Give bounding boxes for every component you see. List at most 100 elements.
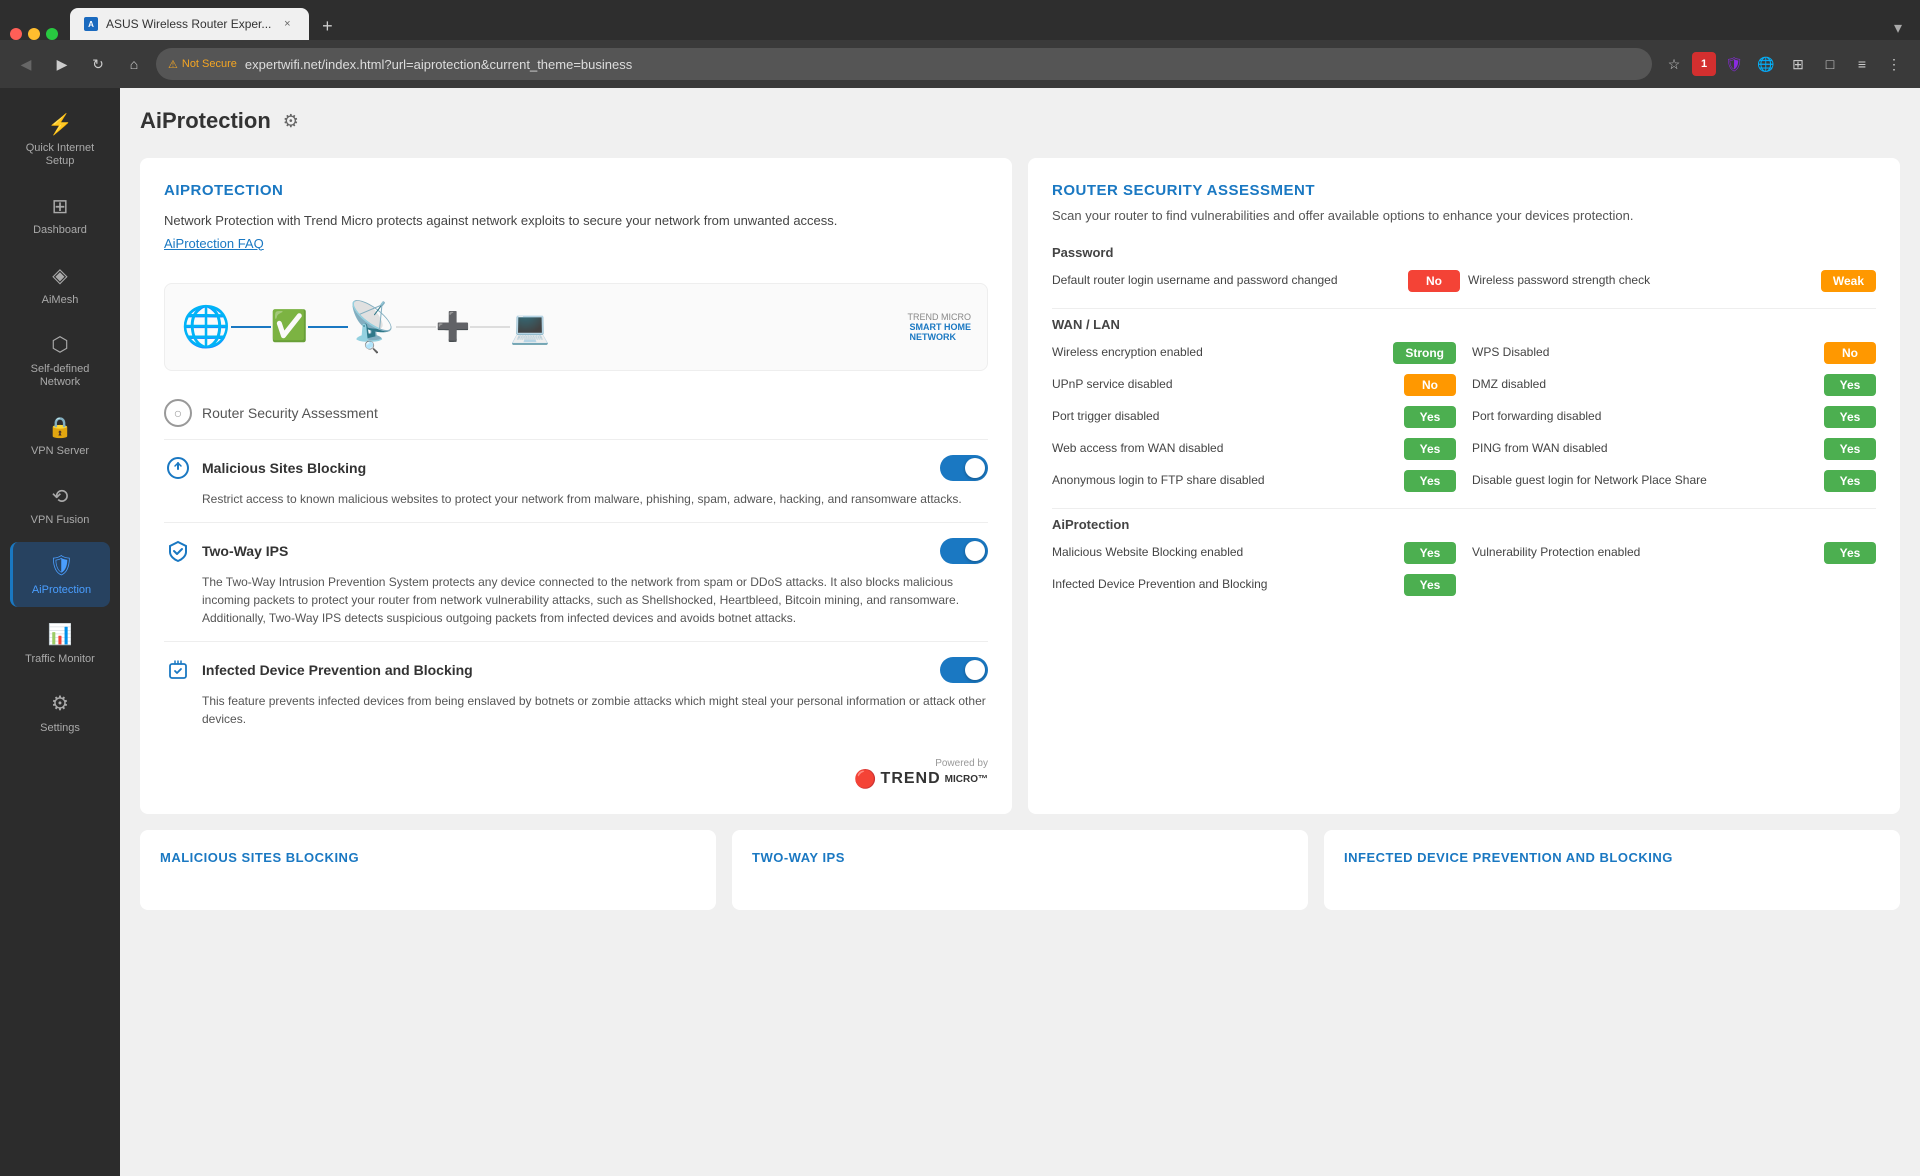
- infected-device-title-area: Infected Device Prevention and Blocking: [164, 656, 473, 684]
- infected-device-assess-label: Infected Device Prevention and Blocking: [1052, 577, 1396, 593]
- sidebar-item-traffic-monitor[interactable]: 📊 Traffic Monitor: [10, 611, 110, 676]
- home-button[interactable]: ⌂: [120, 50, 148, 78]
- laptop-icon: 💻: [510, 308, 550, 346]
- extension-6[interactable]: ≡: [1848, 50, 1876, 78]
- tab-close-button[interactable]: ×: [279, 16, 295, 32]
- infected-device-title: Infected Device Prevention and Blocking: [202, 662, 473, 678]
- powered-by-section: Powered by 🔴 TREND MICRO™: [164, 758, 988, 790]
- forward-button[interactable]: ▶: [48, 50, 76, 78]
- faq-link[interactable]: AiProtection FAQ: [164, 236, 264, 251]
- maximize-button[interactable]: [46, 28, 58, 40]
- browser-actions: ☆ 1 🛡 🌐 ⊞ □ ≡ ⋮: [1660, 50, 1908, 78]
- two-way-ips-desc: The Two-Way Intrusion Prevention System …: [202, 573, 988, 627]
- extension-3[interactable]: 🌐: [1752, 50, 1780, 78]
- malicious-blocking-status: Yes: [1404, 542, 1456, 564]
- sidebar: ⚡ Quick Internet Setup ⊞ Dashboard ◈ AiM…: [0, 88, 120, 1176]
- infected-device-toggle[interactable]: [940, 657, 988, 683]
- two-way-ips-title: Two-Way IPS: [202, 543, 288, 559]
- quick-internet-icon: ⚡: [46, 110, 74, 138]
- default-login-label: Default router login username and passwo…: [1052, 273, 1400, 289]
- password-section: Password Default router login username a…: [1052, 245, 1876, 292]
- minimize-button[interactable]: [28, 28, 40, 40]
- port-trigger-row: Port trigger disabled Yes: [1052, 406, 1456, 428]
- port-forwarding-row: Port forwarding disabled Yes: [1472, 406, 1876, 428]
- web-access-wan-row: Web access from WAN disabled Yes: [1052, 438, 1456, 460]
- two-way-ips-icon: [164, 537, 192, 565]
- malicious-sites-desc: Restrict access to known malicious websi…: [202, 490, 988, 508]
- sidebar-item-quick-internet[interactable]: ⚡ Quick Internet Setup: [10, 100, 110, 178]
- extension-1[interactable]: 1: [1692, 52, 1716, 76]
- powered-by-text: Powered by: [935, 758, 988, 769]
- separator-1: [1052, 308, 1876, 309]
- wps-disabled-row: WPS Disabled No: [1472, 342, 1876, 364]
- illus-line-4: [470, 326, 510, 328]
- bottom-card-twoway: TWO-WAY IPS: [732, 830, 1308, 910]
- router-icon: 📡 🔍: [348, 300, 395, 354]
- two-way-ips-toggle[interactable]: [940, 538, 988, 564]
- infected-device-icon: [164, 656, 192, 684]
- security-warning: ⚠ Not Secure: [168, 58, 237, 71]
- port-forwarding-status: Yes: [1824, 406, 1876, 428]
- app-container: ⚡ Quick Internet Setup ⊞ Dashboard ◈ AiM…: [0, 88, 1920, 1176]
- sidebar-item-self-defined-network[interactable]: ⬡ Self-defined Network: [10, 321, 110, 399]
- default-login-row: Default router login username and passwo…: [1052, 270, 1460, 292]
- upnp-disabled-row: UPnP service disabled No: [1052, 374, 1456, 396]
- page-title: AiProtection: [140, 108, 271, 134]
- wireless-encryption-label: Wireless encryption enabled: [1052, 345, 1385, 361]
- sidebar-item-settings[interactable]: ⚙ Settings: [10, 680, 110, 745]
- ftp-login-label: Anonymous login to FTP share disabled: [1052, 473, 1396, 489]
- upnp-disabled-label: UPnP service disabled: [1052, 377, 1396, 393]
- assessment-title: ROUTER SECURITY ASSESSMENT: [1052, 182, 1876, 199]
- trend-micro-badge: TREND MICRO SMART HOMENETWORK: [908, 312, 972, 342]
- sidebar-item-aimesh[interactable]: ◈ AiMesh: [10, 252, 110, 317]
- wireless-password-status: Weak: [1821, 270, 1876, 292]
- close-button[interactable]: [10, 28, 22, 40]
- back-button[interactable]: ◀: [12, 50, 40, 78]
- two-way-ips-feature: Two-Way IPS The Two-Way Intrusion Preven…: [164, 522, 988, 641]
- ping-wan-status: Yes: [1824, 438, 1876, 460]
- sidebar-item-vpn-fusion[interactable]: ⟲ VPN Fusion: [10, 472, 110, 537]
- trend-micro-text: TREND: [881, 770, 941, 788]
- infected-device-assess-status: Yes: [1404, 574, 1456, 596]
- tab-dropdown-button[interactable]: ▾: [1886, 16, 1910, 40]
- right-panel: ROUTER SECURITY ASSESSMENT Scan your rou…: [1028, 158, 1900, 814]
- trend-micro-logo: 🔴 TREND MICRO™: [854, 769, 988, 790]
- extension-5[interactable]: □: [1816, 50, 1844, 78]
- page-settings-button[interactable]: ⚙: [283, 111, 299, 132]
- port-trigger-label: Port trigger disabled: [1052, 409, 1396, 425]
- sidebar-item-vpn-server[interactable]: 🔒 VPN Server: [10, 403, 110, 468]
- vpn-server-icon: 🔒: [46, 413, 74, 441]
- malicious-blocking-label: Malicious Website Blocking enabled: [1052, 545, 1396, 561]
- sidebar-item-aiprotection[interactable]: 🛡 AiProtection: [10, 542, 110, 607]
- password-section-title: Password: [1052, 245, 1876, 260]
- extension-4[interactable]: ⊞: [1784, 50, 1812, 78]
- wireless-encryption-row: Wireless encryption enabled Strong: [1052, 342, 1456, 364]
- guest-login-label: Disable guest login for Network Place Sh…: [1472, 473, 1816, 489]
- ftp-login-status: Yes: [1404, 470, 1456, 492]
- wan-lan-title: WAN / LAN: [1052, 317, 1876, 332]
- infected-device-header: Infected Device Prevention and Blocking: [164, 656, 988, 684]
- address-bar[interactable]: ⚠ Not Secure expertwifi.net/index.html?u…: [156, 48, 1652, 80]
- sidebar-item-dashboard[interactable]: ⊞ Dashboard: [10, 182, 110, 247]
- browser-toolbar: ◀ ▶ ↻ ⌂ ⚠ Not Secure expertwifi.net/inde…: [0, 40, 1920, 88]
- traffic-lights: [10, 28, 58, 40]
- tab-title: ASUS Wireless Router Exper...: [106, 17, 271, 31]
- more-button[interactable]: ⋮: [1880, 50, 1908, 78]
- separator-2: [1052, 508, 1876, 509]
- reload-button[interactable]: ↻: [84, 50, 112, 78]
- ping-wan-row: PING from WAN disabled Yes: [1472, 438, 1876, 460]
- aiprotection-assessment-section: AiProtection Malicious Website Blocking …: [1052, 517, 1876, 596]
- router-security-assessment-nav[interactable]: ○ Router Security Assessment: [164, 387, 988, 439]
- new-tab-button[interactable]: +: [313, 12, 341, 40]
- ftp-login-row: Anonymous login to FTP share disabled Ye…: [1052, 470, 1456, 492]
- upnp-disabled-status: No: [1404, 374, 1456, 396]
- infected-device-desc: This feature prevents infected devices f…: [202, 692, 988, 728]
- malicious-sites-toggle[interactable]: [940, 455, 988, 481]
- wireless-encryption-status: Strong: [1393, 342, 1456, 364]
- trend-micro-icon: 🔴: [854, 769, 876, 790]
- bookmark-button[interactable]: ☆: [1660, 50, 1688, 78]
- active-tab[interactable]: A ASUS Wireless Router Exper... ×: [70, 8, 309, 40]
- extension-2[interactable]: 🛡: [1720, 50, 1748, 78]
- wireless-password-row: Wireless password strength check Weak: [1468, 270, 1876, 292]
- assessment-nav-icon: ○: [164, 399, 192, 427]
